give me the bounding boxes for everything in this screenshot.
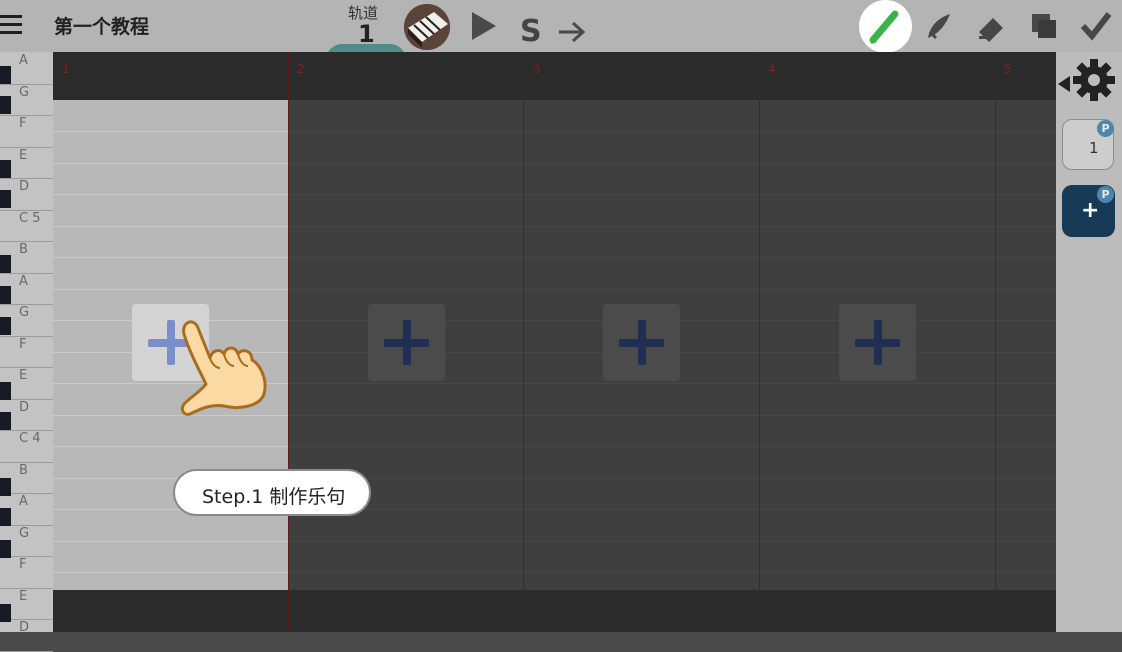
piano-black-key[interactable]	[0, 508, 11, 526]
pattern-badge: P	[1097, 120, 1114, 137]
phrase-row-line	[53, 225, 288, 227]
collapse-arrow-icon[interactable]	[1058, 76, 1070, 92]
measure-number: 5	[1004, 62, 1012, 76]
piano-black-key[interactable]	[0, 604, 11, 622]
page-title: 第一个教程	[54, 16, 150, 38]
eraser-icon[interactable]	[975, 10, 1007, 42]
piano-black-key[interactable]	[0, 160, 11, 178]
piano-black-key[interactable]	[0, 255, 11, 273]
measure-ruler[interactable]	[53, 52, 1056, 100]
piano-key-label: B	[19, 462, 28, 478]
piano-key-label: A	[19, 494, 28, 509]
piano-key-label: F	[19, 557, 27, 572]
piano-key-label: D	[19, 620, 30, 635]
piano-black-key[interactable]	[0, 382, 11, 400]
piano-black-key[interactable]	[0, 96, 11, 114]
phrase-row-line	[53, 162, 288, 164]
check-icon[interactable]	[1080, 10, 1112, 42]
piano-key-label: E	[19, 588, 28, 604]
measure-line	[995, 52, 996, 632]
tutorial-step-text: Step.1 制作乐句	[202, 486, 346, 508]
instrument-avatar[interactable]	[404, 4, 450, 50]
menu-icon[interactable]	[0, 13, 24, 37]
phrase-row-line	[53, 194, 288, 195]
piano-key-label: G	[19, 305, 30, 320]
piano-key-divider	[0, 650, 53, 652]
piano-key-label: A	[19, 53, 28, 68]
piano-key-label: A	[19, 273, 28, 289]
piano-black-key[interactable]	[0, 540, 11, 558]
piano-black-key[interactable]	[0, 478, 11, 496]
phrase-row-line	[53, 446, 288, 447]
piano-key-divider	[0, 115, 53, 116]
piano-black-key[interactable]	[0, 66, 11, 84]
pointing-hand-icon	[176, 318, 272, 422]
phrase-row-line	[53, 257, 288, 258]
add-pattern-plus: +	[1081, 198, 1100, 223]
piano-key-label: E	[19, 368, 28, 383]
measure-number: 2	[297, 62, 305, 76]
measure-number: 3	[533, 62, 541, 76]
gear-icon[interactable]	[1072, 58, 1116, 102]
play-icon[interactable]	[470, 10, 498, 46]
measure-line	[288, 52, 289, 632]
pen-tool-button[interactable]	[859, 0, 912, 53]
measure-number: 1	[62, 62, 70, 76]
piano-key-label: F	[19, 116, 27, 131]
copy-icon[interactable]	[1028, 10, 1060, 42]
phrase-row-line	[53, 288, 288, 290]
measure-line	[759, 52, 760, 632]
add-phrase-button-2[interactable]	[368, 304, 445, 381]
phrase-row-line	[53, 572, 288, 573]
piano-key-label: C 5	[19, 210, 41, 226]
piano-key-label: G	[19, 525, 30, 541]
piano-key-label: D	[19, 399, 30, 415]
measure-number: 4	[768, 62, 776, 76]
piano-key-label: D	[19, 179, 30, 194]
pen-icon	[869, 10, 899, 44]
grid-bottom-strip	[53, 590, 1056, 632]
piano-black-key[interactable]	[0, 317, 11, 335]
piano-key-label: F	[19, 336, 27, 352]
phrase-row-line	[53, 540, 288, 542]
pattern-slot-1-label: 1	[1089, 139, 1099, 157]
phrase-row-line	[53, 131, 288, 132]
measure-line	[523, 52, 524, 632]
piano-key-label: E	[19, 147, 28, 163]
add-phrase-button-4[interactable]	[839, 304, 916, 381]
arrow-right-icon[interactable]	[556, 14, 588, 51]
piano-black-key[interactable]	[0, 412, 11, 430]
s-icon[interactable]: S	[520, 14, 542, 49]
piano-key-label: G	[19, 84, 30, 100]
piano-key-label: B	[19, 242, 28, 257]
brush-icon[interactable]	[922, 10, 954, 42]
piano-black-key[interactable]	[0, 190, 11, 208]
add-phrase-button-3[interactable]	[603, 304, 680, 381]
pattern-badge: P	[1097, 186, 1114, 203]
piano-key-label: C 4	[19, 431, 41, 446]
piano-black-key[interactable]	[0, 286, 11, 304]
piano-key-divider	[0, 335, 53, 337]
